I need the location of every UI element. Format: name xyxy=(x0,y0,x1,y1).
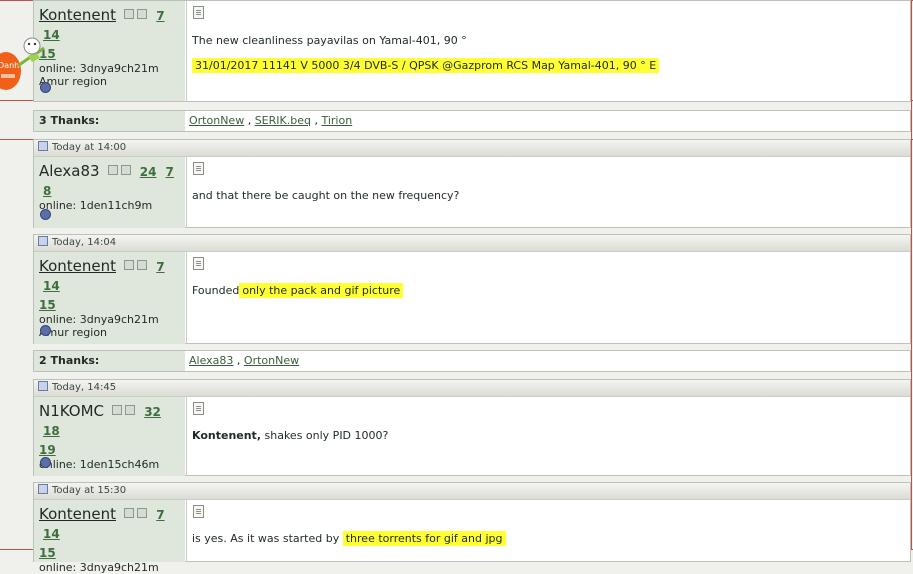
highlighted-text: 31/01/2017 11141 V 5000 3/4 DVB-S / QPSK… xyxy=(192,58,660,73)
thanks-user-link[interactable]: Alexa83 xyxy=(189,354,233,367)
post-header: Today, 14:04 xyxy=(34,235,910,252)
rep-icon xyxy=(112,405,123,415)
rep-num[interactable]: 7 xyxy=(166,165,174,179)
rep-num[interactable]: 8 xyxy=(43,184,51,198)
thanks-bar: 3 Thanks: OrtonNew , SERIK.beq , Tirion xyxy=(33,110,911,132)
avatar-sticker-icon: Danh xyxy=(0,37,45,90)
post-doc-icon xyxy=(193,505,204,518)
post-date: Today at 15:30 xyxy=(52,485,127,496)
thanks-label: 2 Thanks: xyxy=(34,351,185,371)
post-marker-icon xyxy=(38,484,48,494)
rep-num[interactable]: 18 xyxy=(43,424,60,438)
post-header: Today at 15:30 xyxy=(34,483,910,500)
thanks-names: OrtonNew , SERIK.beq , Tirion xyxy=(189,114,353,127)
message-area: Founded only the pack and gif picture xyxy=(186,252,910,344)
user-panel: Alexa83 24 7 8 online: 1den11ch9m xyxy=(34,157,185,228)
post-doc-icon xyxy=(193,402,204,415)
quoted-user: Kontenent, xyxy=(192,429,261,442)
rep-icon xyxy=(124,9,135,19)
online-indicator-icon xyxy=(40,457,51,468)
post-doc-icon xyxy=(193,6,204,19)
rep-icon xyxy=(124,260,135,270)
rep-num[interactable]: 24 xyxy=(140,165,157,179)
message-area: The new cleanliness payavilas on Yamal-4… xyxy=(186,1,910,101)
rep-num[interactable]: 7 xyxy=(156,508,164,522)
message-text: Founded xyxy=(192,284,240,297)
post-date: Today at 14:00 xyxy=(52,142,127,153)
rep-num[interactable]: 14 xyxy=(43,527,60,541)
thanks-bar: 2 Thanks: Alexa83 , OrtonNew xyxy=(33,350,911,372)
rep-num[interactable]: 32 xyxy=(144,405,161,419)
post-doc-icon xyxy=(193,257,204,270)
rep-icon xyxy=(120,165,131,175)
user-panel: N1KOMC 32 18 19 online: 1den15ch46m xyxy=(34,397,185,476)
username-link[interactable]: N1KOMC xyxy=(39,402,104,420)
username-link[interactable]: Kontenent xyxy=(39,257,116,275)
post-2: Today at 14:00 Alexa83 24 7 8 online: 1d… xyxy=(33,139,911,228)
rep-num[interactable]: 14 xyxy=(43,279,60,293)
thanks-user-link[interactable]: OrtonNew xyxy=(189,114,244,127)
rep-icon xyxy=(137,260,148,270)
rep-icon xyxy=(107,165,118,175)
online-indicator-icon xyxy=(40,325,51,336)
rep-icon xyxy=(137,9,148,19)
rep-num[interactable]: 19 xyxy=(39,443,56,457)
username-link[interactable]: Kontenent xyxy=(39,505,116,523)
online-indicator-icon xyxy=(40,209,51,220)
post-3: Today, 14:04 Kontenent 7 14 15 online: 3… xyxy=(33,234,911,344)
message-area: is yes. As it was started by three torre… xyxy=(186,500,910,562)
avatar-text: Danh xyxy=(0,61,19,70)
post-header: Today, 14:45 xyxy=(34,380,910,397)
post-date: Today, 14:04 xyxy=(52,237,117,248)
online-status-text: online: 3dnya9ch21m xyxy=(39,313,159,326)
rep-icon xyxy=(137,508,148,518)
message-area: and that there be caught on the new freq… xyxy=(186,157,910,228)
region-text: Amur region xyxy=(39,326,108,339)
rep-num[interactable]: 7 xyxy=(156,260,164,274)
rep-num[interactable]: 15 xyxy=(39,546,56,560)
user-panel: Kontenent 7 14 15 online: 3dnya9ch21m Am… xyxy=(34,252,185,344)
message-text: The new cleanliness payavilas on Yamal-4… xyxy=(192,34,467,47)
post-header: Today at 14:00 xyxy=(34,140,910,157)
message-text: and that there be caught on the new freq… xyxy=(192,189,460,202)
post-marker-icon xyxy=(38,141,48,151)
post-date: Today, 14:45 xyxy=(52,382,117,393)
online-status-text: online: 1den15ch46m xyxy=(39,458,160,471)
message-area: Kontenent, shakes only PID 1000? xyxy=(186,397,910,476)
post-5: Today at 15:30 Kontenent 7 14 15 online:… xyxy=(33,482,911,574)
post-marker-icon xyxy=(38,381,48,391)
thanks-user-link[interactable]: OrtonNew xyxy=(244,354,299,367)
rep-icon xyxy=(125,405,136,415)
post-doc-icon xyxy=(193,162,204,175)
highlighted-text: three torrents for gif and jpg xyxy=(342,531,506,546)
thanks-user-link[interactable]: Tirion xyxy=(321,114,352,127)
username-link[interactable]: Alexa83 xyxy=(39,162,100,180)
rep-num[interactable]: 15 xyxy=(39,298,56,312)
online-status-text: online: 3dnya9ch21m xyxy=(39,561,159,574)
user-panel: Kontenent 7 14 15 online: 3dnya9ch21m xyxy=(34,500,185,574)
thanks-names: Alexa83 , OrtonNew xyxy=(189,354,300,367)
thanks-user-link[interactable]: SERIK.beq xyxy=(255,114,311,127)
message-text: is yes. As it was started by xyxy=(192,532,340,545)
rep-num[interactable]: 7 xyxy=(156,9,164,23)
thanks-label: 3 Thanks: xyxy=(34,111,185,131)
highlighted-text: only the pack and gif picture xyxy=(239,283,404,298)
post-marker-icon xyxy=(38,236,48,246)
message-text: shakes only PID 1000? xyxy=(264,429,389,442)
post-4: Today, 14:45 N1KOMC 32 18 19 online: 1de… xyxy=(33,379,911,476)
online-status-text: online: 1den11ch9m xyxy=(39,199,153,212)
post-1: Kontenent 7 14 15 online: 3dnya9ch21m Am… xyxy=(33,0,911,102)
rep-icon xyxy=(124,508,135,518)
